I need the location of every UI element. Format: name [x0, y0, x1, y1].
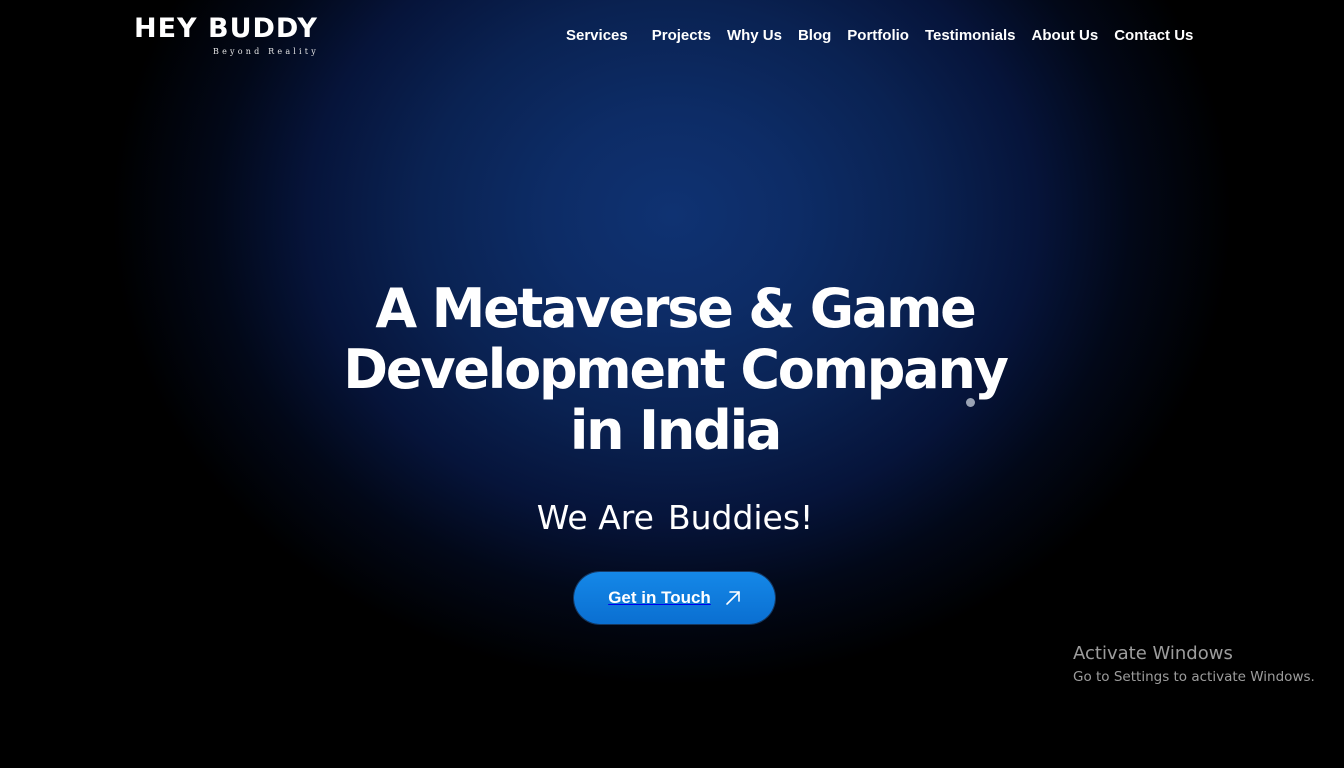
hero-subtitle-part1: We Are	[536, 498, 654, 537]
activate-windows-subtitle: Go to Settings to activate Windows.	[1073, 669, 1315, 685]
brand-logo[interactable]: HEY BUDDY Beyond Reality	[134, 12, 330, 60]
nav-item-contact-us[interactable]: Contact Us	[1114, 24, 1193, 48]
nav-item-projects[interactable]: Projects	[652, 24, 711, 48]
hero-subtitle-part2: Buddies!	[667, 498, 814, 537]
nav-item-about-us[interactable]: About Us	[1032, 24, 1099, 48]
get-in-touch-label: Get in Touch	[608, 588, 711, 607]
arrow-up-right-icon	[725, 590, 741, 606]
nav-item-why-us[interactable]: Why Us	[727, 24, 782, 48]
activate-windows-title: Activate Windows	[1073, 643, 1233, 664]
hero-subtitle: We Are Buddies!	[322, 495, 1028, 541]
brand-name: HEY BUDDY	[134, 13, 318, 44]
get-in-touch-button[interactable]: Get in Touch	[574, 572, 775, 624]
cursor-dot	[966, 398, 975, 407]
nav-item-portfolio[interactable]: Portfolio	[847, 24, 909, 48]
brand-tagline: Beyond Reality	[213, 47, 319, 56]
hero-title: A Metaverse & Game Development Company i…	[343, 277, 1009, 462]
nav-item-testimonials[interactable]: Testimonials	[925, 24, 1016, 48]
main-navigation: Services Projects Why Us Blog Portfolio …	[566, 24, 1193, 48]
nav-item-blog[interactable]: Blog	[798, 24, 831, 48]
nav-item-services[interactable]: Services	[566, 24, 628, 48]
activate-windows-watermark: Activate Windows Go to Settings to activ…	[1073, 643, 1315, 687]
